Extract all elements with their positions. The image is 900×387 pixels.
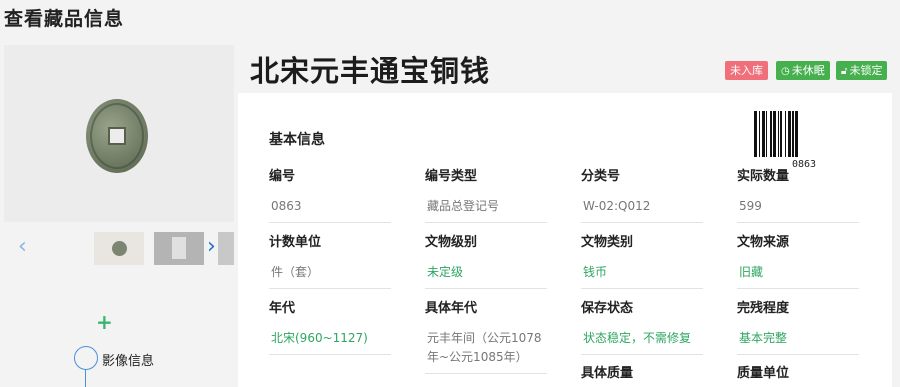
field-relic-category: 文物类别 钱币 — [581, 231, 703, 289]
storage-status-badge: 未入库 — [725, 61, 768, 80]
add-image-icon[interactable]: + — [96, 310, 113, 334]
field-value: 元丰年间（公元1078年~公元1085年） — [425, 325, 547, 374]
field-specific-mass: 具体质量 — [581, 362, 703, 382]
field-class-number: 分类号 W-02:Q012 — [581, 165, 703, 223]
info-panel: 基本信息 0863 编号 0863 编号类型 藏品总登记号 分类号 W-02:Q… — [238, 93, 892, 387]
field-label: 编号类型 — [425, 169, 478, 184]
field-value: W-02:Q012 — [581, 193, 703, 223]
coin-hole — [108, 127, 126, 145]
field-count-unit: 计数单位 件（套） — [269, 231, 391, 289]
field-label: 具体质量 — [581, 366, 634, 381]
thumbnail-2[interactable] — [154, 232, 204, 265]
field-value: 未定级 — [425, 259, 547, 289]
thumbnail-3[interactable] — [218, 232, 234, 265]
field-value: 599 — [737, 193, 859, 223]
field-label: 文物级别 — [425, 235, 478, 250]
item-title: 北宋元丰通宝铜钱 — [250, 54, 491, 88]
dormant-status-label: 未休眠 — [791, 64, 825, 77]
image-info-label: 影像信息 — [102, 354, 155, 369]
timeline-node-icon — [74, 346, 98, 370]
field-value: 藏品总登记号 — [425, 193, 547, 223]
field-number-type: 编号类型 藏品总登记号 — [425, 165, 547, 223]
field-label: 保存状态 — [581, 301, 634, 316]
main-image[interactable] — [4, 45, 234, 222]
timeline-line — [85, 370, 86, 387]
thumbnail-strip: ‹ › — [4, 230, 234, 268]
field-value: 件（套） — [269, 259, 391, 289]
field-label: 计数单位 — [269, 235, 322, 250]
lock-status-label: 未锁定 — [849, 64, 883, 77]
field-label: 分类号 — [581, 169, 621, 184]
lock-status-badge: 🔓︎ 未锁定 — [836, 61, 888, 80]
field-era: 年代 北宋(960~1127) — [269, 297, 391, 355]
field-value: 基本完整 — [737, 325, 859, 355]
field-label: 文物来源 — [737, 235, 790, 250]
field-label: 具体年代 — [425, 301, 478, 316]
dormant-status-badge: ◷ 未休眠 — [776, 61, 830, 80]
barcode-stripe — [798, 111, 800, 157]
field-relic-grade: 文物级别 未定级 — [425, 231, 547, 289]
field-specific-era: 具体年代 元丰年间（公元1078年~公元1085年） — [425, 297, 547, 374]
field-actual-quantity: 实际数量 599 — [737, 165, 859, 223]
field-value: 钱币 — [581, 259, 703, 289]
field-label: 文物类别 — [581, 235, 634, 250]
page-title: 查看藏品信息 — [4, 8, 125, 30]
thumbnail-1[interactable] — [94, 232, 144, 265]
field-mass-unit: 质量单位 — [737, 362, 859, 382]
field-label: 质量单位 — [737, 366, 790, 381]
field-value: 旧藏 — [737, 259, 859, 289]
lock-icon: 🔓︎ — [841, 66, 848, 77]
section-title: 基本信息 — [269, 132, 325, 148]
thumb-coin — [112, 241, 127, 256]
field-value: 北宋(960~1127) — [269, 325, 391, 355]
field-value: 状态稳定，不需修复 — [581, 325, 703, 355]
field-label: 年代 — [269, 301, 296, 316]
field-value: 0863 — [269, 193, 391, 223]
clock-icon: ◷ — [781, 66, 790, 77]
field-label: 实际数量 — [737, 169, 790, 184]
storage-status-label: 未入库 — [730, 64, 763, 77]
thumb-box — [172, 237, 186, 259]
field-preservation-state: 保存状态 状态稳定，不需修复 — [581, 297, 703, 355]
field-number: 编号 0863 — [269, 165, 391, 223]
chevron-left-icon[interactable]: ‹ — [18, 234, 27, 259]
chevron-right-icon[interactable]: › — [207, 234, 216, 259]
field-completeness: 完残程度 基本完整 — [737, 297, 859, 355]
field-relic-source: 文物来源 旧藏 — [737, 231, 859, 289]
coin-image — [86, 99, 148, 173]
field-label: 完残程度 — [737, 301, 790, 316]
field-label: 编号 — [269, 169, 296, 184]
barcode — [754, 111, 860, 157]
